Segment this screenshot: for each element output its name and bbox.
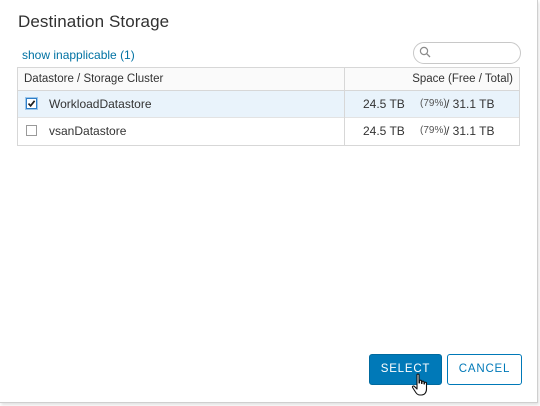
row-checkbox[interactable] [26,125,37,136]
total-space: / 31.1 TB [446,97,495,111]
datastore-grid: Datastore / Storage Cluster Space (Free … [17,67,520,146]
free-space: 24.5 TB [363,97,405,111]
table-row[interactable]: vsanDatastore 24.5 TB (79%) / 31.1 TB [18,118,519,145]
column-header-datastore[interactable]: Datastore / Storage Cluster [24,73,163,85]
hand-pointer-icon [411,373,428,396]
cancel-button[interactable]: CANCEL [447,354,522,385]
table-row[interactable]: WorkloadDatastore 24.5 TB (79%) / 31.1 T… [18,91,519,118]
search-icon [419,46,431,58]
free-percent: (79%) [420,125,447,136]
total-space: / 31.1 TB [446,124,495,138]
search-input[interactable] [436,45,514,60]
grid-header: Datastore / Storage Cluster Space (Free … [18,68,519,91]
datastore-name: WorkloadDatastore [49,97,152,111]
row-checkbox[interactable] [26,98,37,109]
search-field[interactable] [413,42,521,64]
checkmark-icon [27,100,36,108]
column-header-space[interactable]: Space (Free / Total) [412,73,513,85]
select-button[interactable]: SELECT [369,354,442,385]
destination-storage-dialog: Destination Storage show inapplicable (1… [0,0,538,403]
free-percent: (79%) [420,98,447,109]
free-space: 24.5 TB [363,124,405,138]
datastore-name: vsanDatastore [49,124,127,138]
show-inapplicable-link[interactable]: show inapplicable (1) [22,48,135,62]
column-divider [344,68,345,145]
dialog-title: Destination Storage [18,12,170,31]
